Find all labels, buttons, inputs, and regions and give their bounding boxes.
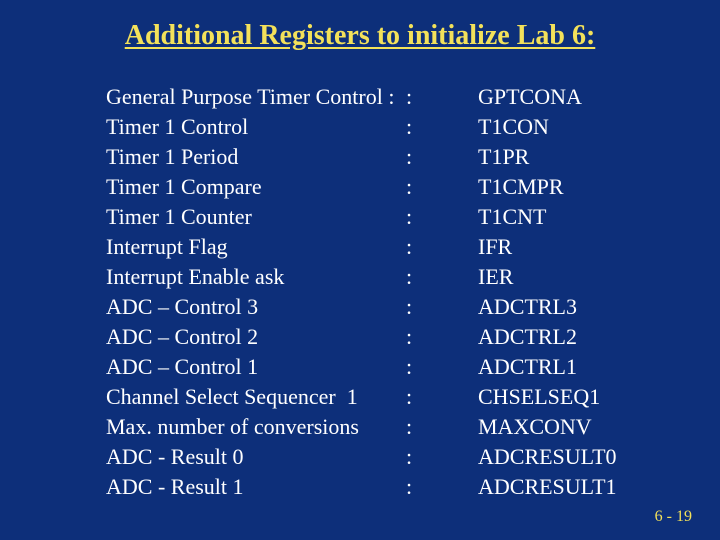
register-name: ADCTRL3 xyxy=(478,292,617,322)
register-name: ADCRESULT0 xyxy=(478,442,617,472)
table-row: Timer 1 Control : T1CON xyxy=(106,112,617,142)
table-row: ADC – Control 2 : ADCTRL2 xyxy=(106,322,617,352)
colon-sep: : xyxy=(406,262,478,292)
colon-sep: : xyxy=(406,112,478,142)
colon-sep: : xyxy=(406,412,478,442)
register-desc: ADC – Control 1 xyxy=(106,352,406,382)
colon-sep: : xyxy=(406,442,478,472)
register-list: General Purpose Timer Control : : GPTCON… xyxy=(106,82,617,502)
colon-sep: : xyxy=(406,292,478,322)
register-desc: Timer 1 Period xyxy=(106,142,406,172)
register-name: T1CNT xyxy=(478,202,617,232)
table-row: ADC – Control 3 : ADCTRL3 xyxy=(106,292,617,322)
register-desc: Interrupt Enable ask xyxy=(106,262,406,292)
table-row: Max. number of conversions : MAXCONV xyxy=(106,412,617,442)
slide-title: Additional Registers to initialize Lab 6… xyxy=(0,20,720,52)
table-row: Interrupt Enable ask : IER xyxy=(106,262,617,292)
register-name: T1CMPR xyxy=(478,172,617,202)
table-row: Timer 1 Period : T1PR xyxy=(106,142,617,172)
slide: Additional Registers to initialize Lab 6… xyxy=(0,0,720,540)
register-desc: Channel Select Sequencer 1 xyxy=(106,382,406,412)
register-name: GPTCONA xyxy=(478,82,617,112)
register-table: General Purpose Timer Control : : GPTCON… xyxy=(106,82,617,502)
register-desc: ADC - Result 1 xyxy=(106,472,406,502)
register-desc: Timer 1 Counter xyxy=(106,202,406,232)
table-row: Timer 1 Compare : T1CMPR xyxy=(106,172,617,202)
register-name: ADCTRL1 xyxy=(478,352,617,382)
register-name: T1PR xyxy=(478,142,617,172)
register-name: CHSELSEQ1 xyxy=(478,382,617,412)
colon-sep: : xyxy=(406,142,478,172)
slide-number: 6 - 19 xyxy=(655,508,692,526)
register-name: T1CON xyxy=(478,112,617,142)
colon-sep: : xyxy=(406,382,478,412)
register-desc: ADC – Control 2 xyxy=(106,322,406,352)
table-row: ADC - Result 0 : ADCRESULT0 xyxy=(106,442,617,472)
colon-sep: : xyxy=(406,472,478,502)
register-name: MAXCONV xyxy=(478,412,617,442)
register-name: IFR xyxy=(478,232,617,262)
colon-sep: : xyxy=(406,82,478,112)
table-row: Channel Select Sequencer 1 : CHSELSEQ1 xyxy=(106,382,617,412)
register-desc: Timer 1 Compare xyxy=(106,172,406,202)
table-row: ADC – Control 1 : ADCTRL1 xyxy=(106,352,617,382)
colon-sep: : xyxy=(406,322,478,352)
table-row: General Purpose Timer Control : : GPTCON… xyxy=(106,82,617,112)
register-desc: Interrupt Flag xyxy=(106,232,406,262)
colon-sep: : xyxy=(406,202,478,232)
table-row: Interrupt Flag : IFR xyxy=(106,232,617,262)
register-name: IER xyxy=(478,262,617,292)
table-row: ADC - Result 1 : ADCRESULT1 xyxy=(106,472,617,502)
colon-sep: : xyxy=(406,172,478,202)
colon-sep: : xyxy=(406,352,478,382)
colon-sep: : xyxy=(406,232,478,262)
register-name: ADCRESULT1 xyxy=(478,472,617,502)
register-desc: ADC - Result 0 xyxy=(106,442,406,472)
register-desc: General Purpose Timer Control : xyxy=(106,82,406,112)
register-desc: Max. number of conversions xyxy=(106,412,406,442)
register-desc: Timer 1 Control xyxy=(106,112,406,142)
register-desc: ADC – Control 3 xyxy=(106,292,406,322)
register-name: ADCTRL2 xyxy=(478,322,617,352)
table-row: Timer 1 Counter : T1CNT xyxy=(106,202,617,232)
